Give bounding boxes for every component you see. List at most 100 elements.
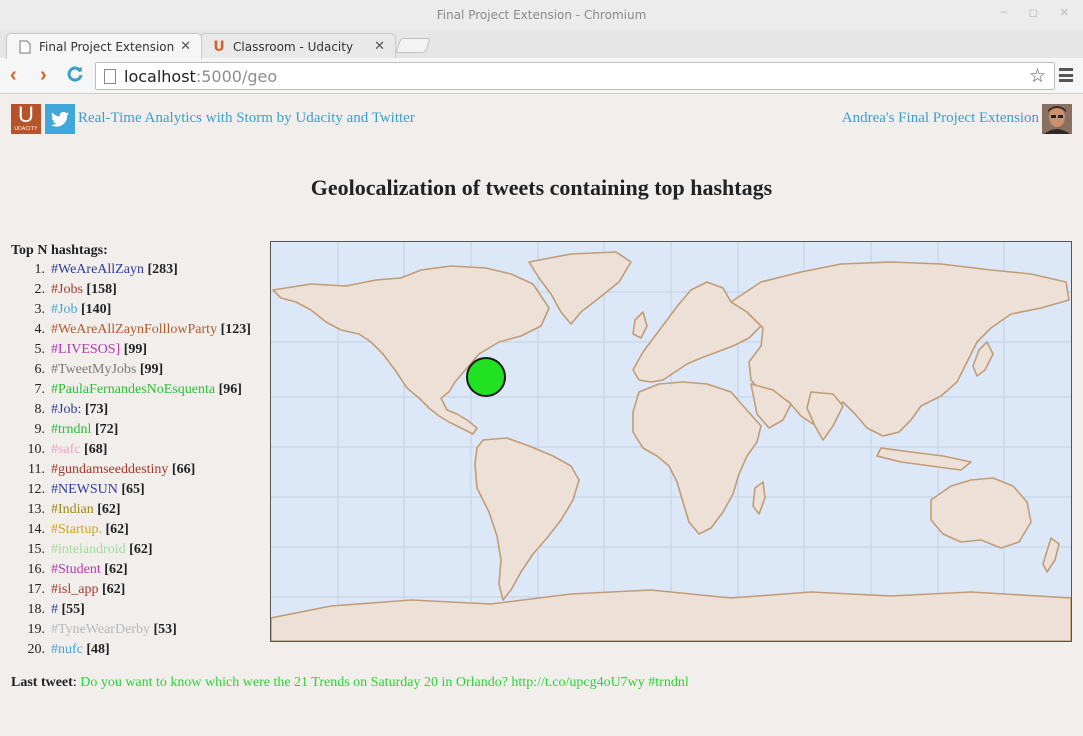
hashtag-rank: 20. (27, 642, 46, 657)
udacity-logo-letter: U (18, 102, 34, 127)
url-host: localhost (124, 66, 196, 86)
url-path: :5000/geo (195, 66, 278, 86)
hashtag-link[interactable]: #gundamseeddestiny (51, 462, 168, 477)
hashtag-count: [53] (153, 622, 177, 637)
udacity-logo[interactable]: U UDACITY (11, 104, 41, 134)
hashtag-link[interactable]: #Indian (51, 502, 94, 517)
header-left-link[interactable]: Real-Time Analytics with Storm by Udacit… (78, 110, 415, 127)
hashtag-link[interactable]: #intelandroid (51, 542, 126, 557)
hashtag-count: [62] (105, 522, 129, 537)
address-bar[interactable]: localhost:5000/geo ☆ (95, 62, 1055, 90)
avatar[interactable] (1042, 104, 1072, 134)
hashtag-count: [62] (104, 562, 128, 577)
world-map[interactable] (270, 241, 1072, 642)
udacity-logo-text: UDACITY (14, 126, 38, 132)
hashtag-rank: 14. (27, 522, 46, 537)
maximize-button[interactable]: ◻ (1029, 6, 1038, 19)
hashtag-link[interactable]: #Student (51, 562, 101, 577)
hashtag-rank: 1. (34, 262, 46, 277)
tab-label: Final Project Extension (39, 39, 175, 54)
tab-final-project[interactable]: Final Project Extension ✕ (6, 33, 202, 59)
hashtag-count: [48] (86, 642, 110, 657)
hashtag-heading: Top N hashtags: (11, 243, 108, 258)
hashtag-count: [65] (121, 482, 145, 497)
hashtag-link[interactable]: #TyneWearDerby (51, 622, 150, 637)
hashtag-item: 8. #Job: [73] (11, 400, 251, 420)
page-title: Geolocalization of tweets containing top… (310, 175, 773, 200)
hashtag-link[interactable]: #trndnl (51, 422, 91, 437)
new-tab-button[interactable] (395, 38, 431, 53)
hashtag-rank: 4. (34, 322, 46, 337)
hashtag-link[interactable]: #nufc (51, 642, 83, 657)
hashtag-count: [158] (86, 282, 117, 297)
window-title: Final Project Extension - Chromium (436, 8, 647, 22)
hashtag-item: 1. #WeAreAllZayn [283] (11, 260, 251, 280)
hashtag-rank: 3. (34, 302, 46, 317)
hashtag-rank: 11. (28, 462, 45, 477)
reload-icon[interactable] (66, 65, 84, 83)
hashtag-count: [62] (129, 542, 153, 557)
hashtag-link[interactable]: #WeAreAllZayn (51, 262, 144, 277)
hashtag-count: [123] (220, 322, 251, 337)
hashtag-rank: 19. (27, 622, 46, 637)
hashtag-item: 20. #nufc [48] (11, 640, 251, 660)
hashtag-link[interactable]: #Job (51, 302, 77, 317)
hashtag-count: [283] (147, 262, 178, 277)
twitter-logo-icon[interactable] (45, 104, 75, 134)
hashtag-rank: 8. (34, 402, 46, 417)
last-tweet-label: Last tweet (11, 675, 73, 690)
hashtag-list: 1. #WeAreAllZayn [283] 2. #Jobs [158] 3. #Job… (11, 260, 251, 660)
hashtag-item: 19. #TyneWearDerby [53] (11, 620, 251, 640)
hashtag-link[interactable]: # (51, 602, 58, 617)
hashtag-link[interactable]: #WeAreAllZaynFolllowParty (51, 322, 217, 337)
tab-close-icon[interactable]: ✕ (180, 39, 191, 54)
hashtag-link[interactable]: #Startup. (51, 522, 102, 537)
menu-icon[interactable] (1059, 68, 1073, 82)
hashtag-item: 6. #TweetMyJobs [99] (11, 360, 251, 380)
hashtag-link[interactable]: #safc (51, 442, 81, 457)
hashtag-item: 2. #Jobs [158] (11, 280, 251, 300)
hashtag-item: 5. #LIVESOS] [99] (11, 340, 251, 360)
tab-close-icon[interactable]: ✕ (374, 39, 385, 54)
udacity-favicon-icon: U (213, 38, 225, 55)
hashtag-item: 11. #gundamseeddestiny [66] (11, 460, 251, 480)
hashtag-item: 18. # [55] (11, 600, 251, 620)
hashtag-item: 9. #trndnl [72] (11, 420, 251, 440)
hashtag-item: 12. #NEWSUN [65] (11, 480, 251, 500)
tab-strip: Final Project Extension ✕ U Classroom - … (0, 30, 1083, 59)
hashtag-count: [140] (80, 302, 112, 317)
hashtag-item: 13. #Indian [62] (11, 500, 251, 520)
hashtag-link[interactable]: #PaulaFernandesNoEsquenta (51, 382, 215, 397)
last-tweet-text[interactable]: Do you want to know which were the 21 Tr… (80, 675, 689, 690)
hashtag-link[interactable]: #isl_app (51, 582, 98, 597)
back-arrow-icon[interactable]: ‹ (10, 65, 17, 85)
browser-toolbar: ‹ › localhost:5000/geo ☆ (0, 58, 1083, 94)
bookmark-star-icon[interactable]: ☆ (1029, 65, 1046, 87)
hashtag-rank: 5. (34, 342, 46, 357)
hashtag-count: [96] (218, 382, 242, 397)
window-titlebar: Final Project Extension - Chromium – ◻ ✕ (0, 0, 1083, 30)
hashtag-link[interactable]: #LIVESOS] (51, 342, 120, 357)
page-content: U UDACITY Real-Time Analytics with Storm… (0, 95, 1083, 736)
hashtag-count: [68] (84, 442, 108, 457)
hashtag-count: [66] (171, 462, 196, 477)
tab-classroom[interactable]: U Classroom - Udacity ✕ (200, 33, 396, 59)
forward-arrow-icon[interactable]: › (40, 65, 47, 85)
hashtag-link[interactable]: #NEWSUN (51, 482, 118, 497)
hashtag-count: [55] (61, 602, 85, 617)
hashtag-rank: 15. (27, 542, 46, 557)
hashtag-rank: 9. (34, 422, 46, 437)
close-window-button[interactable]: ✕ (1060, 6, 1069, 19)
hashtag-count: [62] (101, 582, 126, 597)
page-icon (17, 39, 33, 55)
hashtag-rank: 2. (34, 282, 46, 297)
tweet-location-marker[interactable] (466, 357, 506, 397)
hashtag-link[interactable]: #TweetMyJobs (51, 362, 136, 377)
minimize-button[interactable]: – (1001, 6, 1007, 19)
hashtag-rank: 16. (27, 562, 46, 577)
header-right-link[interactable]: Andrea's Final Project Extension (842, 110, 1039, 127)
hashtag-link[interactable]: #Job: (51, 402, 81, 417)
hashtag-item: 10. #safc [68] (11, 440, 251, 460)
hashtag-item: 3. #Job [140] (11, 300, 251, 320)
hashtag-link[interactable]: #Jobs (51, 282, 83, 297)
